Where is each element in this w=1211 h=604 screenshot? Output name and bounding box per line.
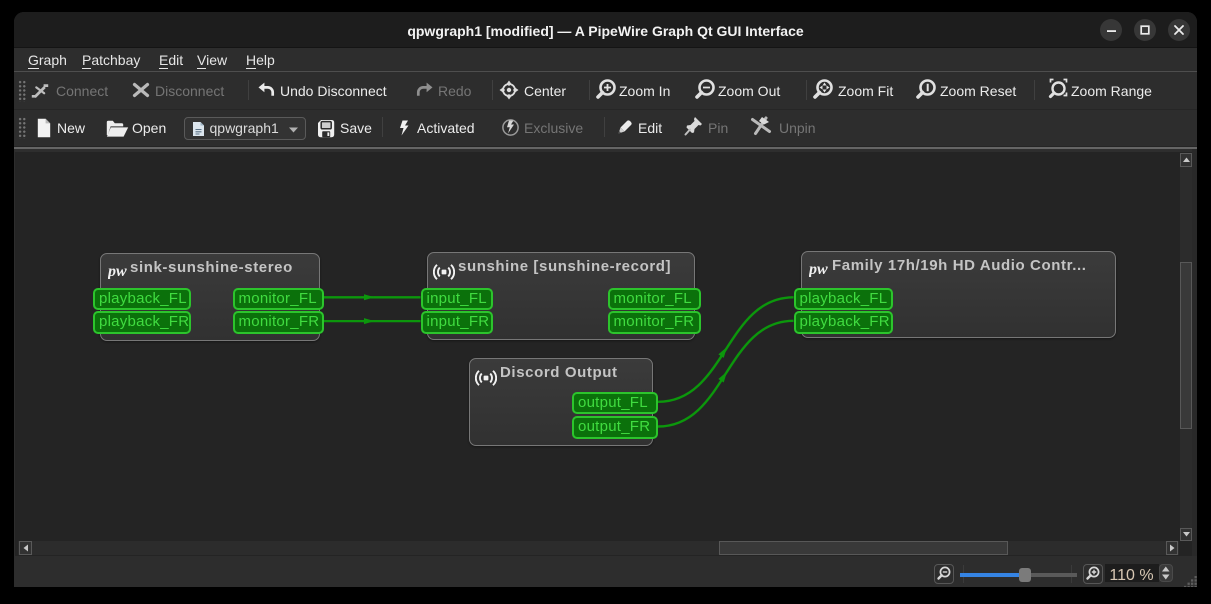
svg-text:pw: pw [809,262,828,277]
svg-text:pw: pw [108,264,127,279]
